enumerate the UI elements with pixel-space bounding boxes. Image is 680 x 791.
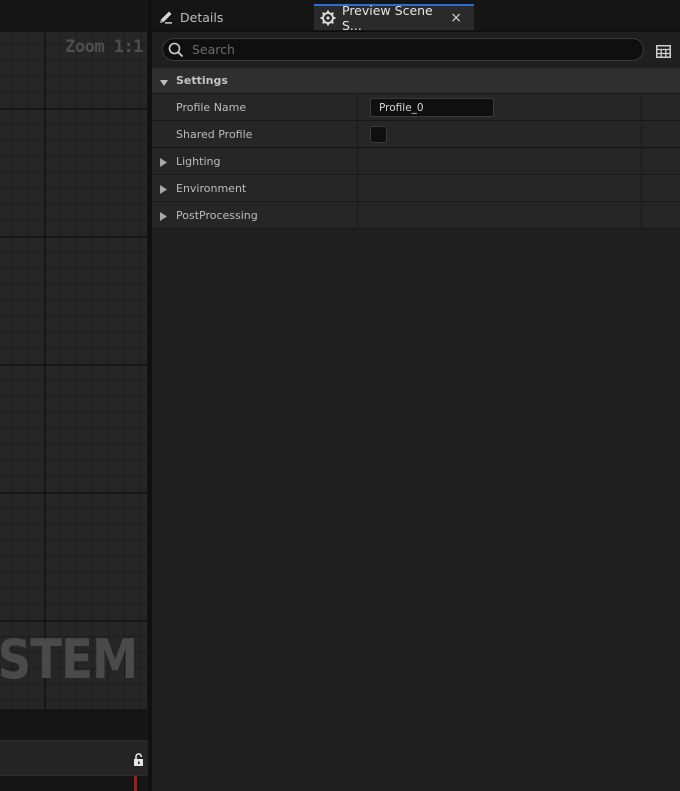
tab-details[interactable]: Details (156, 4, 306, 30)
graph-viewport[interactable]: Zoom 1:1 STEM (0, 32, 147, 709)
profile-name-label: Profile Name (176, 100, 247, 114)
tab-bar: Details Preview Scene S... × (152, 0, 680, 33)
shared-profile-checkbox[interactable] (370, 126, 387, 143)
search-box[interactable] (162, 38, 644, 61)
category-settings-label: Settings (176, 74, 228, 87)
triangle-down-icon[interactable] (160, 77, 168, 86)
search-icon (168, 42, 184, 58)
property-row-postprocessing[interactable]: PostProcessing (152, 202, 680, 229)
property-row-lighting[interactable]: Lighting (152, 148, 680, 175)
tab-preview-label: Preview Scene S... (342, 3, 433, 33)
column-divider[interactable] (357, 148, 358, 174)
graph-footer-bar (0, 740, 148, 776)
column-divider[interactable] (357, 121, 358, 147)
grid-view-icon[interactable] (656, 43, 671, 58)
property-row-profile-name: Profile Name (152, 94, 680, 121)
column-divider[interactable] (357, 94, 358, 120)
graph-top-bar (0, 0, 150, 32)
shared-profile-label: Shared Profile (176, 127, 253, 141)
property-grid: Settings Profile Name Shared Profile Lig… (152, 68, 680, 229)
triangle-right-icon[interactable] (160, 157, 167, 167)
postprocessing-label: PostProcessing (176, 208, 258, 222)
gear-icon (320, 10, 336, 26)
red-marker (134, 776, 137, 791)
column-divider[interactable] (357, 175, 358, 201)
unlock-icon[interactable] (133, 752, 145, 766)
tab-details-label: Details (180, 9, 224, 25)
search-input[interactable] (192, 42, 612, 57)
column-divider (641, 94, 642, 120)
column-divider (641, 175, 642, 201)
category-settings[interactable]: Settings (152, 68, 680, 94)
profile-name-input[interactable] (370, 98, 494, 117)
tab-preview-scene-settings[interactable]: Preview Scene S... × (314, 3, 474, 33)
property-row-environment[interactable]: Environment (152, 175, 680, 202)
graph-watermark: STEM (0, 628, 138, 691)
search-bar (152, 32, 680, 67)
triangle-right-icon[interactable] (160, 184, 167, 194)
graph-divider (0, 709, 150, 740)
environment-label: Environment (176, 181, 247, 195)
property-row-shared-profile: Shared Profile (152, 121, 680, 148)
column-divider (641, 202, 642, 228)
preview-scene-settings-panel: Details Preview Scene S... × Search Sett… (152, 0, 680, 791)
column-divider (641, 148, 642, 174)
pencil-icon (158, 9, 174, 25)
column-divider (641, 121, 642, 147)
triangle-right-icon[interactable] (160, 211, 167, 221)
zoom-label: Zoom 1:1 (65, 37, 143, 57)
column-divider[interactable] (357, 202, 358, 228)
close-icon[interactable]: × (450, 10, 462, 26)
lighting-label: Lighting (176, 154, 221, 168)
